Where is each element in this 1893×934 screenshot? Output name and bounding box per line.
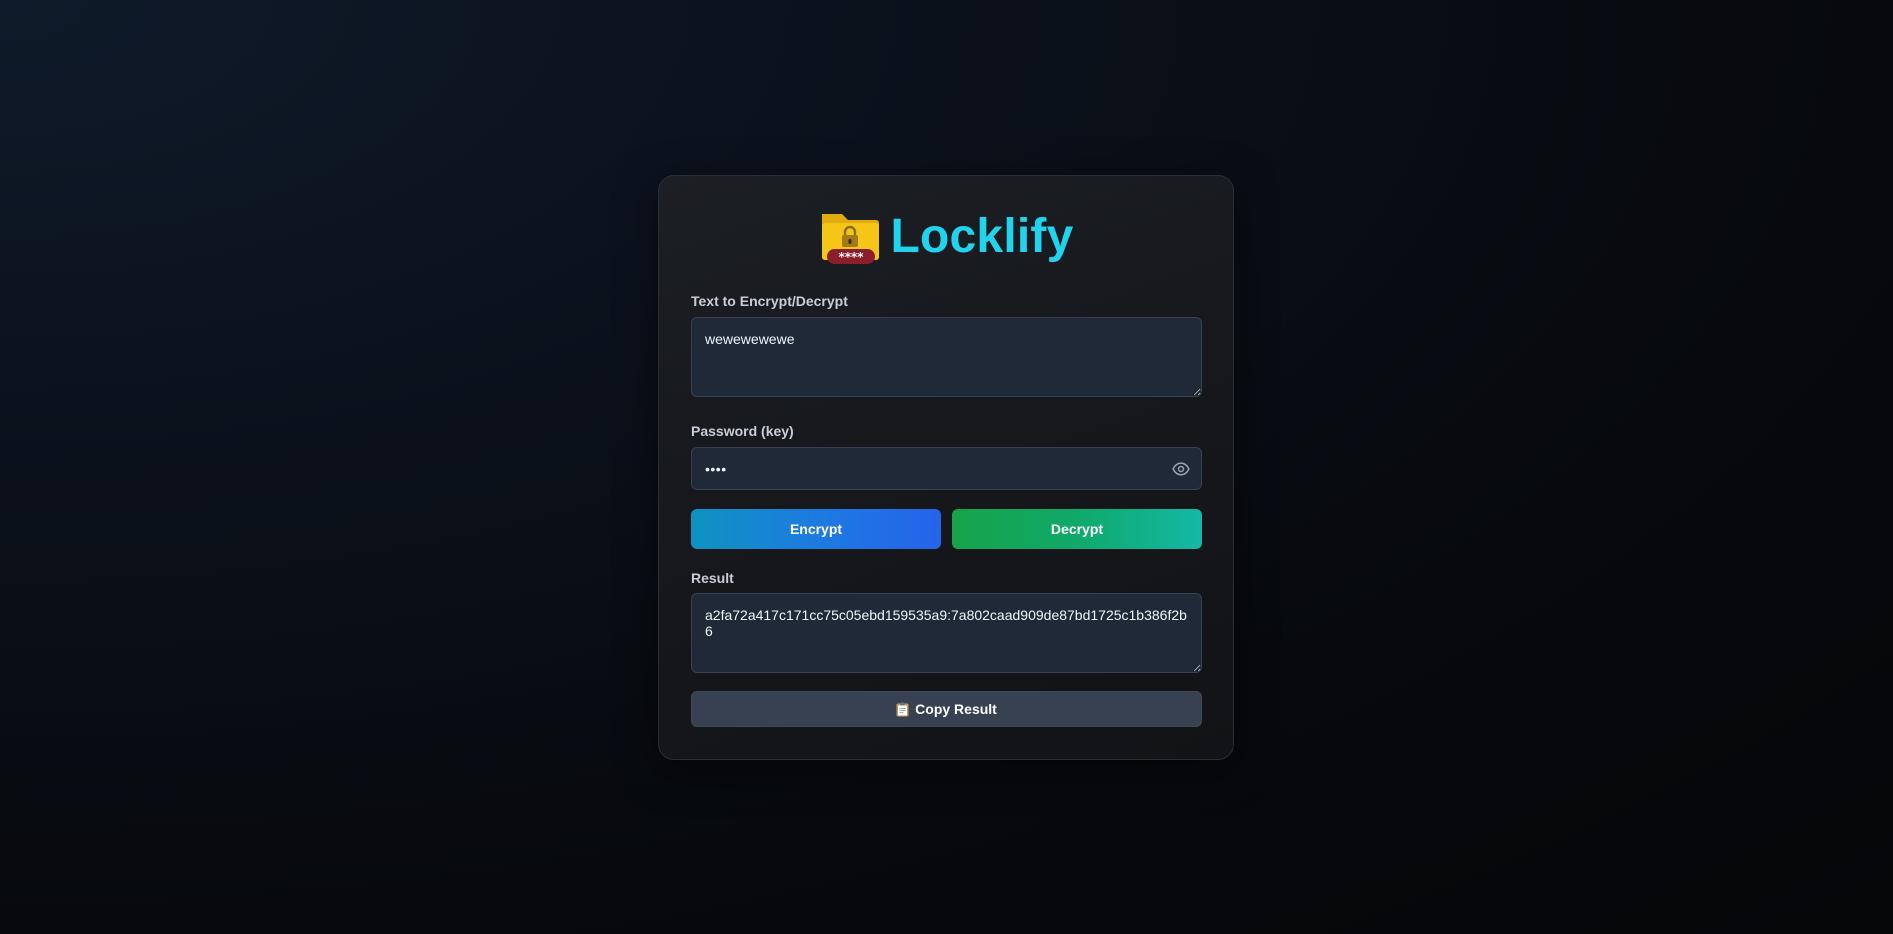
encrypt-card: **** Locklify Text to Encrypt/Decrypt we… xyxy=(658,175,1234,760)
password-field[interactable]: •••• xyxy=(691,447,1202,490)
encrypt-button[interactable]: Encrypt xyxy=(691,509,941,549)
svg-text:****: **** xyxy=(838,250,864,264)
password-value: •••• xyxy=(705,460,727,477)
text-input[interactable]: wewewewewe xyxy=(691,317,1202,397)
text-input-label: Text to Encrypt/Decrypt xyxy=(691,293,848,309)
result-label: Result xyxy=(691,570,734,586)
password-label: Password (key) xyxy=(691,423,794,439)
decrypt-button[interactable]: Decrypt xyxy=(952,509,1202,549)
app-title: Locklify xyxy=(890,210,1074,263)
app-header: **** Locklify xyxy=(659,206,1233,268)
copy-result-label: Copy Result xyxy=(915,701,997,717)
clipboard-icon xyxy=(896,702,909,716)
eye-icon[interactable] xyxy=(1171,459,1191,479)
result-output[interactable]: a2fa72a417c171cc75c05ebd159535a9:7a802ca… xyxy=(691,593,1202,673)
copy-result-button[interactable]: Copy Result xyxy=(691,691,1202,727)
locked-folder-icon: **** xyxy=(821,214,879,264)
